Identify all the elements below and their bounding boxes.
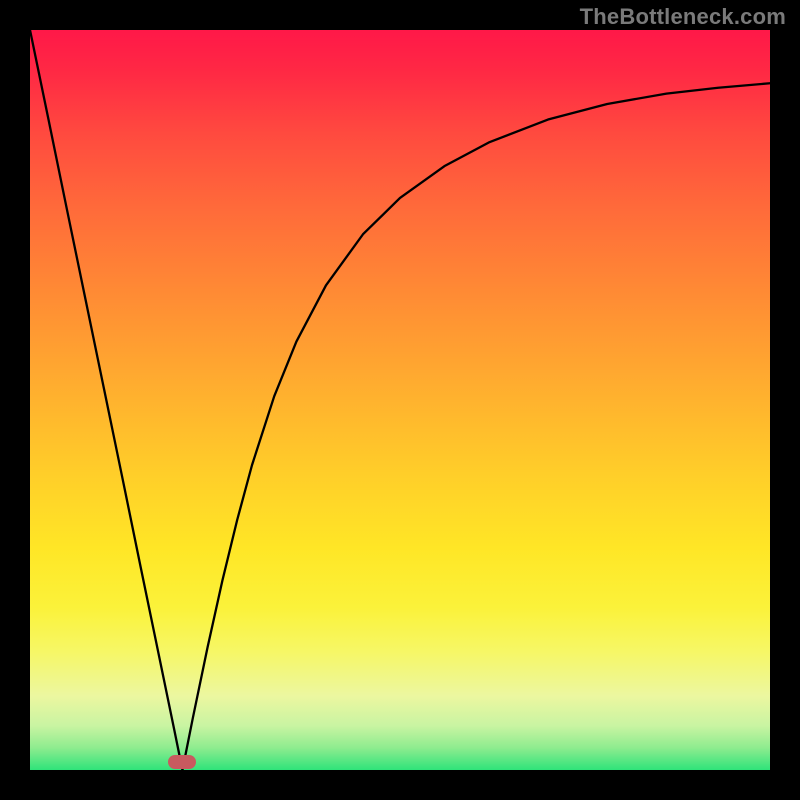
watermark-text: TheBottleneck.com bbox=[580, 4, 786, 30]
plot-area bbox=[30, 30, 770, 770]
bottleneck-marker bbox=[168, 755, 196, 769]
left-branch-path bbox=[30, 30, 182, 770]
curve-layer bbox=[30, 30, 770, 770]
right-branch-path bbox=[182, 83, 770, 770]
chart-frame: TheBottleneck.com bbox=[0, 0, 800, 800]
